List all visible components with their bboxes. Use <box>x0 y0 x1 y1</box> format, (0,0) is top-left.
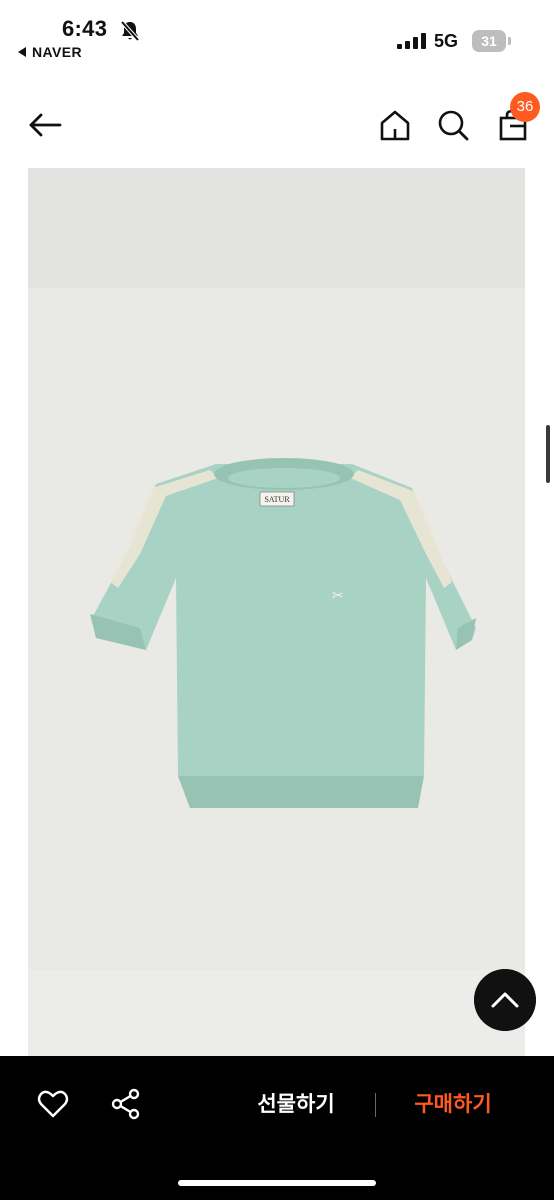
buy-button[interactable]: 구매하기 <box>398 1086 508 1124</box>
scroll-indicator[interactable] <box>546 425 550 483</box>
signal-icon <box>397 33 426 49</box>
back-triangle-icon <box>18 47 26 57</box>
network-label: 5G <box>434 31 459 51</box>
bottom-action-bar <box>0 1056 554 1200</box>
back-to-app-link[interactable]: NAVER <box>18 44 82 60</box>
svg-text:✂: ✂ <box>332 588 344 604</box>
status-time: 6:43 <box>62 16 108 41</box>
app-header <box>0 90 554 160</box>
battery-icon: 31 <box>472 30 512 52</box>
back-app-label: NAVER <box>32 44 82 60</box>
share-icon[interactable] <box>110 1088 142 1120</box>
mute-bell-icon <box>120 20 140 42</box>
search-icon[interactable] <box>436 108 470 142</box>
product-image-previous <box>28 168 525 288</box>
product-image-next <box>28 970 525 1056</box>
bottom-divider <box>375 1093 376 1117</box>
scroll-to-top-button[interactable] <box>474 969 536 1031</box>
cart-count-badge: 36 <box>510 92 540 122</box>
home-icon[interactable] <box>378 108 412 142</box>
heart-icon[interactable] <box>37 1088 69 1120</box>
gift-button[interactable]: 선물하기 <box>240 1086 352 1124</box>
back-arrow-icon[interactable] <box>28 108 62 142</box>
home-indicator[interactable] <box>178 1180 376 1186</box>
status-bar: 6:43 NAVER 5G 31 <box>0 0 554 70</box>
battery-level: 31 <box>472 30 506 52</box>
product-label-text: SATUR <box>264 495 290 504</box>
tshirt-illustration: SATUR ✂ <box>90 458 476 808</box>
product-image[interactable]: SATUR ✂ <box>28 288 525 970</box>
battery-cap <box>508 37 511 45</box>
